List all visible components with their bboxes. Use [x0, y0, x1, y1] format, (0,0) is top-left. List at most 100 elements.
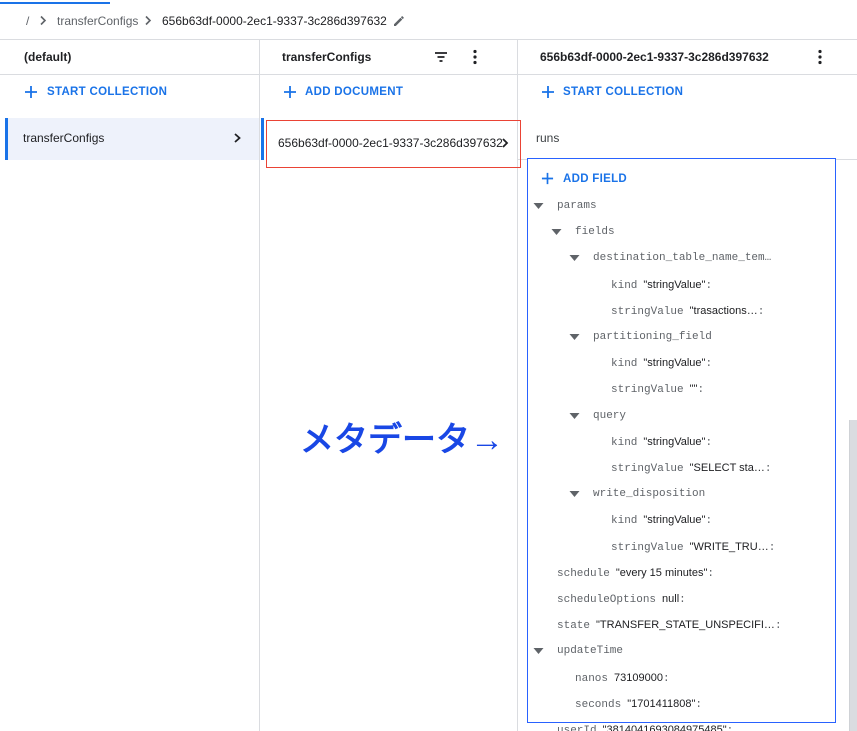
document-item-selected[interactable]: 656b63df-0000-2ec1-9337-3c286d397632 [266, 120, 521, 168]
field-key-text: stringValue [611, 463, 684, 475]
field-row[interactable]: scheduleOptions null [518, 591, 818, 607]
field-value: "" [689, 383, 698, 395]
chevron-right-icon [234, 133, 241, 143]
field-key-text: updateTime [557, 645, 624, 657]
field-row[interactable]: params [518, 198, 818, 214]
field-value: "trasactions… [689, 305, 758, 317]
column-header: transferConfigs [260, 40, 517, 75]
expand-arrow-icon[interactable] [533, 647, 544, 655]
field-key-text: seconds [575, 699, 622, 711]
field-key-text: query [593, 410, 627, 422]
field-row[interactable]: kind "stringValue" [518, 434, 818, 450]
field-value: 73109000 [614, 672, 663, 684]
add-icon [284, 86, 296, 98]
edit-pencil-icon[interactable] [392, 14, 406, 28]
field-key-text: kind [611, 280, 638, 292]
field-row[interactable]: updateTime [518, 643, 818, 659]
field-key-text: userId [557, 725, 597, 731]
expand-arrow-icon[interactable] [569, 254, 580, 262]
field-key: stringValue "WRITE_TRU… [611, 539, 775, 555]
selection-indicator [261, 118, 264, 160]
field-key-text: stringValue [611, 542, 684, 554]
field-value: "stringValue" [643, 279, 706, 291]
field-key-text: kind [611, 515, 638, 527]
field-value: "stringValue" [643, 357, 706, 369]
add-icon [25, 86, 37, 98]
field-key-text: kind [611, 358, 638, 370]
expand-arrow-icon[interactable] [569, 333, 580, 341]
field-value: "every 15 minutes" [615, 567, 708, 579]
annotation-metadata: メタデータ→ [300, 421, 504, 459]
field-key-text: scheduleOptions [557, 594, 657, 606]
field-value: "stringValue" [643, 514, 706, 526]
root-column: (default) START COLLECTION transferConfi… [0, 40, 260, 731]
field-row[interactable]: kind "stringValue" [518, 512, 818, 528]
field-row[interactable]: stringValue "WRITE_TRU… [518, 539, 818, 555]
field-tree: params fields destination_table_name_tem…k… [518, 0, 836, 731]
field-key-text: write_disposition [593, 488, 706, 500]
expand-arrow-icon[interactable] [551, 228, 562, 236]
breadcrumb-item-document[interactable]: 656b63df-0000-2ec1-9337-3c286d397632 [162, 13, 387, 29]
field-key-text: nanos [575, 673, 609, 685]
field-row[interactable]: stringValue "" [518, 381, 818, 397]
expand-arrow-icon[interactable] [533, 202, 544, 210]
field-row[interactable]: seconds "1701411808" [518, 696, 818, 712]
breadcrumb-root[interactable]: / [26, 13, 29, 29]
field-key: stringValue "" [611, 381, 704, 397]
field-key: schedule "every 15 minutes" [557, 565, 714, 581]
field-value: "SELECT sta… [689, 462, 765, 474]
field-value: "stringValue" [643, 436, 706, 448]
field-value: "1701411808" [627, 698, 696, 710]
field-row[interactable]: kind "stringValue" [518, 277, 818, 293]
field-row[interactable]: stringValue "SELECT sta… [518, 460, 818, 476]
field-row[interactable]: schedule "every 15 minutes" [518, 565, 818, 581]
field-key: fields [575, 224, 615, 240]
field-key-text: stringValue [611, 306, 684, 318]
column-title: transferConfigs [282, 50, 372, 64]
field-row[interactable]: state "TRANSFER_STATE_UNSPECIFI… [518, 617, 818, 633]
field-key: query [593, 408, 626, 424]
field-row[interactable]: query [518, 408, 818, 424]
collection-item-transferconfigs[interactable]: transferConfigs [5, 118, 259, 160]
field-row[interactable]: fields [518, 224, 818, 240]
field-key: seconds "1701411808" [575, 696, 702, 712]
field-row[interactable]: stringValue "trasactions… [518, 303, 818, 319]
filter-icon[interactable] [434, 51, 448, 63]
field-key-text: params [557, 200, 597, 212]
field-key: partitioning_field [593, 329, 712, 345]
column-header: (default) [0, 40, 259, 75]
field-row[interactable]: destination_table_name_tem… [518, 250, 818, 266]
field-row[interactable]: kind "stringValue" [518, 355, 818, 371]
field-row[interactable]: partitioning_field [518, 329, 818, 345]
expand-arrow-icon[interactable] [569, 490, 580, 498]
scrollbar[interactable] [849, 420, 857, 731]
field-key: kind "stringValue" [611, 277, 712, 293]
breadcrumb-item-collection[interactable]: transferConfigs [57, 13, 138, 29]
field-key-text: stringValue [611, 384, 684, 396]
more-vert-icon[interactable] [472, 49, 478, 65]
field-key: destination_table_name_tem… [593, 250, 771, 266]
field-key-text: destination_table_name_tem… [593, 252, 772, 264]
field-row[interactable]: nanos 73109000 [518, 670, 818, 686]
field-key: updateTime [557, 643, 623, 659]
field-key-text: schedule [557, 568, 610, 580]
add-document-button[interactable]: ADD DOCUMENT [260, 75, 517, 109]
field-row[interactable]: write_disposition [518, 486, 818, 502]
breadcrumb: / transferConfigs 656b63df-0000-2ec1-933… [0, 0, 430, 40]
field-value: null [662, 593, 680, 605]
field-row[interactable]: userId "3814041693084975485" [518, 722, 818, 731]
field-key: stringValue "trasactions… [611, 303, 764, 319]
field-key-text: fields [575, 226, 615, 238]
chevron-right-icon [40, 15, 47, 26]
field-value: "WRITE_TRU… [689, 541, 769, 553]
field-key: userId "3814041693084975485" [557, 722, 733, 731]
expand-arrow-icon[interactable] [569, 412, 580, 420]
column-title: (default) [24, 50, 72, 64]
field-key: scheduleOptions null [557, 591, 686, 607]
field-key: nanos 73109000 [575, 670, 670, 686]
document-item-label: 656b63df-0000-2ec1-9337-3c286d397632 [278, 136, 503, 150]
chevron-right-icon [145, 15, 152, 26]
field-key: kind "stringValue" [611, 512, 712, 528]
field-key: kind "stringValue" [611, 434, 712, 450]
start-collection-button[interactable]: START COLLECTION [0, 75, 259, 109]
